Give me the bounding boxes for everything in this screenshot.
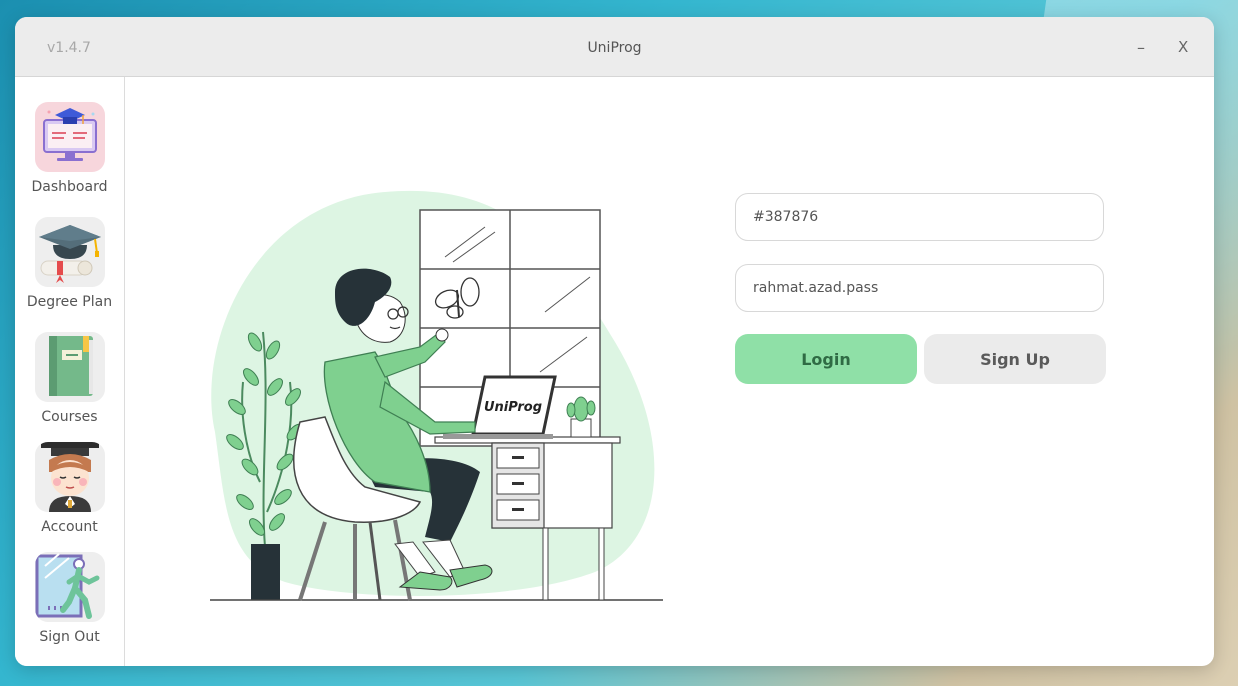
dashboard-icon xyxy=(34,102,105,172)
password-field[interactable] xyxy=(735,264,1104,312)
sidebar-item-label: Degree Plan xyxy=(26,294,113,310)
sidebar-item-dashboard[interactable]: Dashboard xyxy=(15,102,124,195)
sidebar-item-sign-out[interactable]: Sign Out xyxy=(15,552,124,645)
title-bar[interactable]: v1.4.7 UniProg – X xyxy=(15,17,1214,77)
close-button[interactable]: X xyxy=(1178,38,1188,56)
notebook-icon xyxy=(34,332,105,402)
sidebar-item-label: Courses xyxy=(41,409,98,425)
minimize-button[interactable]: – xyxy=(1137,38,1145,57)
student-at-desk-illustration: UniProg xyxy=(210,190,663,601)
student-id-field[interactable] xyxy=(735,193,1104,241)
sidebar-item-account[interactable]: Account xyxy=(15,442,124,535)
sidebar-nav: Dashboard Degree Plan Courses Account Si… xyxy=(15,77,125,666)
sidebar-item-degree-plan[interactable]: Degree Plan xyxy=(15,217,124,310)
sign-up-button[interactable]: Sign Up xyxy=(924,334,1106,384)
exit-door-icon xyxy=(34,552,105,622)
laptop-brand-text: UniProg xyxy=(484,400,542,415)
sidebar-item-label: Dashboard xyxy=(31,179,108,195)
student-avatar-icon xyxy=(34,442,105,512)
app-window: v1.4.7 UniProg – X Dashboard Degree Plan… xyxy=(15,17,1214,666)
main-panel: UniProg #387876 rahmat.azad.pass Login S… xyxy=(125,77,1214,666)
app-title: UniProg xyxy=(587,40,642,56)
sidebar-item-courses[interactable]: Courses xyxy=(15,332,124,425)
graduation-cap-icon xyxy=(34,217,105,287)
sidebar-item-label: Sign Out xyxy=(39,629,100,645)
sidebar-item-label: Account xyxy=(41,519,98,535)
login-button[interactable]: Login xyxy=(735,334,917,384)
